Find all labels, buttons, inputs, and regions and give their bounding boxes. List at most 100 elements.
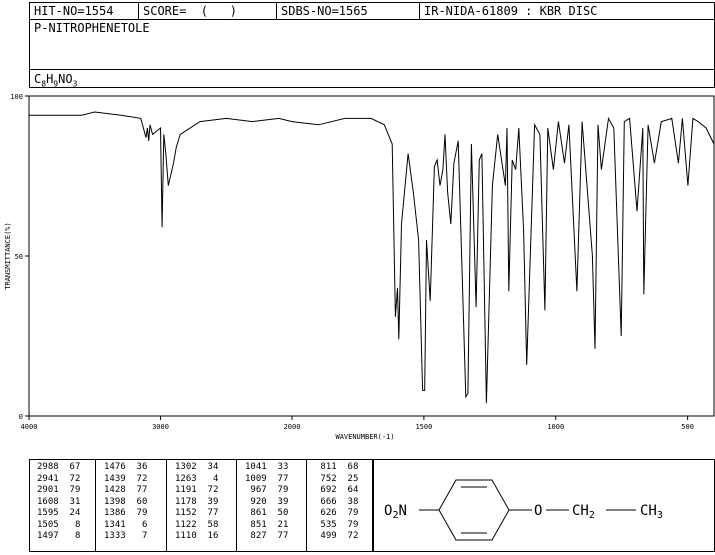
peak-transmittance: 79 <box>266 485 289 495</box>
peak-transmittance: 50 <box>266 508 289 518</box>
peak-transmittance: 25 <box>336 473 359 484</box>
x-tick-label: 500 <box>681 423 694 431</box>
peak-transmittance: 36 <box>125 462 148 472</box>
ir-nida: IR-NIDA-61809 : KBR DISC <box>424 4 598 18</box>
peak-row: 851 21 <box>245 520 288 532</box>
peak-transmittance: 6 <box>125 519 148 530</box>
peak-transmittance: 77 <box>266 473 289 484</box>
peak-wavenumber: 1386 <box>104 508 126 518</box>
structure-box: O2N O CH2 CH3 <box>373 459 715 552</box>
peak-row: 626 79 <box>315 508 358 520</box>
x-tick-label: 1000 <box>547 423 564 431</box>
peak-transmittance: 77 <box>196 508 219 518</box>
peak-row: 1333 7 <box>104 531 147 543</box>
peak-transmittance: 79 <box>58 485 81 495</box>
peak-wavenumber: 1041 <box>245 462 267 472</box>
peak-wavenumber: 811 <box>315 462 337 472</box>
peak-wavenumber: 535 <box>315 519 337 530</box>
peak-row: 827 77 <box>245 531 288 543</box>
score: SCORE= ( ) <box>139 3 277 19</box>
x-tick-label: 3000 <box>152 423 169 431</box>
peak-col-3: 1302 34 1263 4 1191 72 1178 39 1152 77 1122 5… <box>175 462 218 543</box>
benzene-ring <box>438 479 510 541</box>
plot-frame <box>28 95 715 417</box>
peak-wavenumber: 1505 <box>37 519 59 530</box>
peak-row: 752 25 <box>315 474 358 486</box>
peak-transmittance: 60 <box>125 496 148 507</box>
peak-col-1: 2988 67 2941 72 2901 79 1608 31 1595 24 1505 … <box>37 462 80 543</box>
peak-wavenumber: 861 <box>245 508 267 518</box>
peak-transmittance: 79 <box>336 519 359 530</box>
peak-transmittance: 38 <box>336 496 359 507</box>
peak-transmittance: 7 <box>125 531 148 541</box>
peak-transmittance: 31 <box>58 496 81 507</box>
peak-transmittance: 72 <box>58 473 81 484</box>
peak-transmittance: 4 <box>196 473 219 484</box>
peak-row: 1191 72 <box>175 485 218 497</box>
compound-formula: C8H9NO3 <box>34 72 78 89</box>
peak-transmittance: 58 <box>196 519 219 530</box>
peak-wavenumber: 1497 <box>37 531 59 541</box>
x-axis-label: WAVENUMBER(-1) <box>335 433 394 441</box>
peak-transmittance: 79 <box>125 508 148 518</box>
peak-transmittance: 33 <box>266 462 289 472</box>
x-tick-label: 4000 <box>21 423 38 431</box>
peak-transmittance: 39 <box>266 496 289 507</box>
peak-row: 1009 77 <box>245 474 288 486</box>
y-tick-label: 100 <box>10 93 23 101</box>
peak-transmittance: 68 <box>336 462 359 472</box>
peak-wavenumber: 692 <box>315 485 337 495</box>
peak-row: 1178 39 <box>175 497 218 509</box>
peak-wavenumber: 499 <box>315 531 337 541</box>
peak-row: 1476 36 <box>104 462 147 474</box>
peak-wavenumber: 1152 <box>175 508 197 518</box>
peak-transmittance: 8 <box>58 519 81 530</box>
compound-name: P-NITROPHENETOLE <box>34 21 150 35</box>
ether-oxygen: O <box>534 503 542 519</box>
peak-col-2: 1476 36 1439 72 1428 77 1398 60 1386 79 1341 … <box>104 462 147 543</box>
peak-wavenumber: 967 <box>245 485 267 495</box>
peak-row: 811 68 <box>315 462 358 474</box>
peak-row: 1302 34 <box>175 462 218 474</box>
peak-row: 1341 6 <box>104 520 147 532</box>
peak-transmittance: 77 <box>125 485 148 495</box>
peak-row: 861 50 <box>245 508 288 520</box>
peak-row: 1595 24 <box>37 508 80 520</box>
peak-transmittance: 77 <box>266 531 289 541</box>
peak-wavenumber: 1595 <box>37 508 59 518</box>
peak-transmittance: 16 <box>196 531 219 541</box>
molecule-structure: O2N O CH2 CH3 <box>384 479 663 541</box>
peak-wavenumber: 1110 <box>175 531 197 541</box>
peak-transmittance: 24 <box>58 508 81 518</box>
peak-wavenumber: 1009 <box>245 473 267 484</box>
hit-number: HIT-NO=1554 <box>30 3 139 19</box>
peak-row: 1110 16 <box>175 531 218 543</box>
peak-row: 692 64 <box>315 485 358 497</box>
x-tick-label: 1500 <box>415 423 432 431</box>
peak-row: 1505 8 <box>37 520 80 532</box>
peak-wavenumber: 1428 <box>104 485 126 495</box>
sdbs-number: SDBS-NO=1565 <box>277 3 420 19</box>
peak-row: 2941 72 <box>37 474 80 486</box>
peak-row: 1122 58 <box>175 520 218 532</box>
peak-wavenumber: 1191 <box>175 485 197 495</box>
peak-wavenumber: 1178 <box>175 496 197 507</box>
nitro-group: O2N <box>384 503 407 521</box>
peak-wavenumber: 2941 <box>37 473 59 484</box>
peak-row: 1428 77 <box>104 485 147 497</box>
peak-row: 666 38 <box>315 497 358 509</box>
peak-wavenumber: 1122 <box>175 519 197 530</box>
peak-wavenumber: 851 <box>245 519 267 530</box>
peak-transmittance: 64 <box>336 485 359 495</box>
peak-wavenumber: 1398 <box>104 496 126 507</box>
y-tick-label: 0 <box>19 413 23 421</box>
peak-wavenumber: 626 <box>315 508 337 518</box>
peak-col-5: 811 68 752 25 692 64 666 38 626 79 535 7… <box>315 462 358 543</box>
peak-row: 920 39 <box>245 497 288 509</box>
y-tick-label: 50 <box>15 253 23 261</box>
peak-wavenumber: 1341 <box>104 519 126 530</box>
peak-wavenumber: 827 <box>245 531 267 541</box>
peak-transmittance: 72 <box>125 473 148 484</box>
peak-wavenumber: 752 <box>315 473 337 484</box>
peak-row: 967 79 <box>245 485 288 497</box>
